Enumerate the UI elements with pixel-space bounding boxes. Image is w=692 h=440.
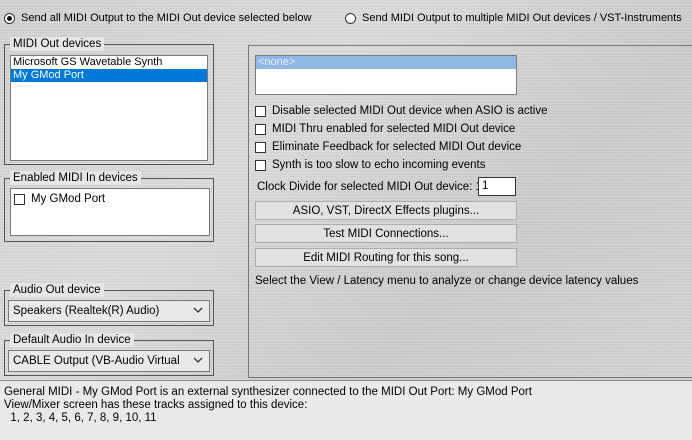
test-midi-connections-button[interactable]: Test MIDI Connections... (255, 224, 517, 243)
midi-in-devices-group: Enabled MIDI In devices My GMod Port (4, 171, 214, 242)
checkbox[interactable] (14, 193, 25, 205)
audio-in-device-dropdown[interactable]: CABLE Output (VB-Audio Virtual (8, 350, 210, 372)
chevron-down-icon (193, 307, 203, 313)
option-midi-thru[interactable]: MIDI Thru enabled for selected MIDI Out … (255, 121, 515, 137)
audio-out-device-value: Speakers (Realtek(R) Audio) (13, 305, 160, 317)
status-line-2: View/Mixer screen has these tracks assig… (4, 399, 308, 411)
list-item-selected[interactable]: <none> (256, 56, 516, 69)
audio-in-device-label: Default Audio In device (10, 333, 134, 347)
status-line-1: General MIDI - My GMod Port is an extern… (4, 386, 532, 398)
device-info-status: General MIDI - My GMod Port is an extern… (0, 380, 692, 440)
option-disable-asio[interactable]: Disable selected MIDI Out device when AS… (255, 103, 547, 119)
audio-out-device-dropdown[interactable]: Speakers (Realtek(R) Audio) (8, 300, 210, 322)
checkbox[interactable] (255, 159, 266, 171)
option-label: MIDI Thru enabled for selected MIDI Out … (272, 123, 516, 135)
edit-midi-routing-button[interactable]: Edit MIDI Routing for this song... (255, 248, 517, 267)
midi-in-device-label: My GMod Port (31, 193, 106, 205)
option-label: Synth is too slow to echo incoming event… (272, 159, 486, 171)
midi-out-devices-label: MIDI Out devices (10, 37, 105, 51)
effects-plugins-button[interactable]: ASIO, VST, DirectX Effects plugins... (255, 201, 517, 220)
option-label: Disable selected MIDI Out device when AS… (272, 105, 548, 117)
clock-divide-input[interactable]: 1 (478, 177, 516, 196)
audio-out-device-group: Audio Out device Speakers (Realtek(R) Au… (4, 283, 214, 326)
midi-in-devices-label: Enabled MIDI In devices (10, 171, 141, 185)
option-label: Eliminate Feedback for selected MIDI Out… (272, 141, 522, 153)
selected-device-list[interactable]: <none> (255, 55, 517, 95)
device-settings-panel: <none> Disable selected MIDI Out device … (248, 45, 692, 378)
radio-button-selected[interactable] (4, 12, 15, 24)
option-eliminate-feedback[interactable]: Eliminate Feedback for selected MIDI Out… (255, 139, 521, 155)
midi-out-devices-group: MIDI Out devices Microsoft GS Wavetable … (4, 37, 214, 165)
status-line-3: 1, 2, 3, 4, 5, 6, 7, 8, 9, 10, 11 (4, 412, 157, 424)
chevron-down-icon (193, 357, 203, 363)
midi-out-devices-list[interactable]: Microsoft GS Wavetable Synth My GMod Por… (10, 55, 208, 161)
radio-send-all-output[interactable]: Send all MIDI Output to the MIDI Out dev… (4, 10, 311, 26)
list-item-selected[interactable]: My GMod Port (11, 69, 207, 82)
radio-send-all-output-label: Send all MIDI Output to the MIDI Out dev… (21, 12, 312, 24)
midi-in-devices-list[interactable]: My GMod Port (10, 188, 210, 236)
clock-divide-label: Clock Divide for selected MIDI Out devic… (257, 181, 486, 193)
radio-button-unselected[interactable] (345, 12, 356, 24)
checkbox[interactable] (255, 105, 266, 117)
checkbox[interactable] (255, 141, 266, 153)
checkbox[interactable] (255, 123, 266, 135)
audio-in-device-group: Default Audio In device CABLE Output (VB… (4, 333, 214, 376)
option-synth-too-slow[interactable]: Synth is too slow to echo incoming event… (255, 157, 486, 173)
radio-dot-icon (7, 15, 12, 21)
latency-note: Select the View / Latency menu to analyz… (255, 275, 639, 287)
audio-in-device-value: CABLE Output (VB-Audio Virtual (13, 355, 180, 367)
midi-in-device-item[interactable]: My GMod Port (14, 191, 105, 207)
audio-out-device-label: Audio Out device (10, 283, 104, 297)
radio-send-multiple-output-label: Send MIDI Output to multiple MIDI Out de… (362, 12, 682, 24)
radio-send-multiple-output[interactable]: Send MIDI Output to multiple MIDI Out de… (345, 10, 682, 26)
list-item[interactable]: Microsoft GS Wavetable Synth (11, 56, 207, 69)
